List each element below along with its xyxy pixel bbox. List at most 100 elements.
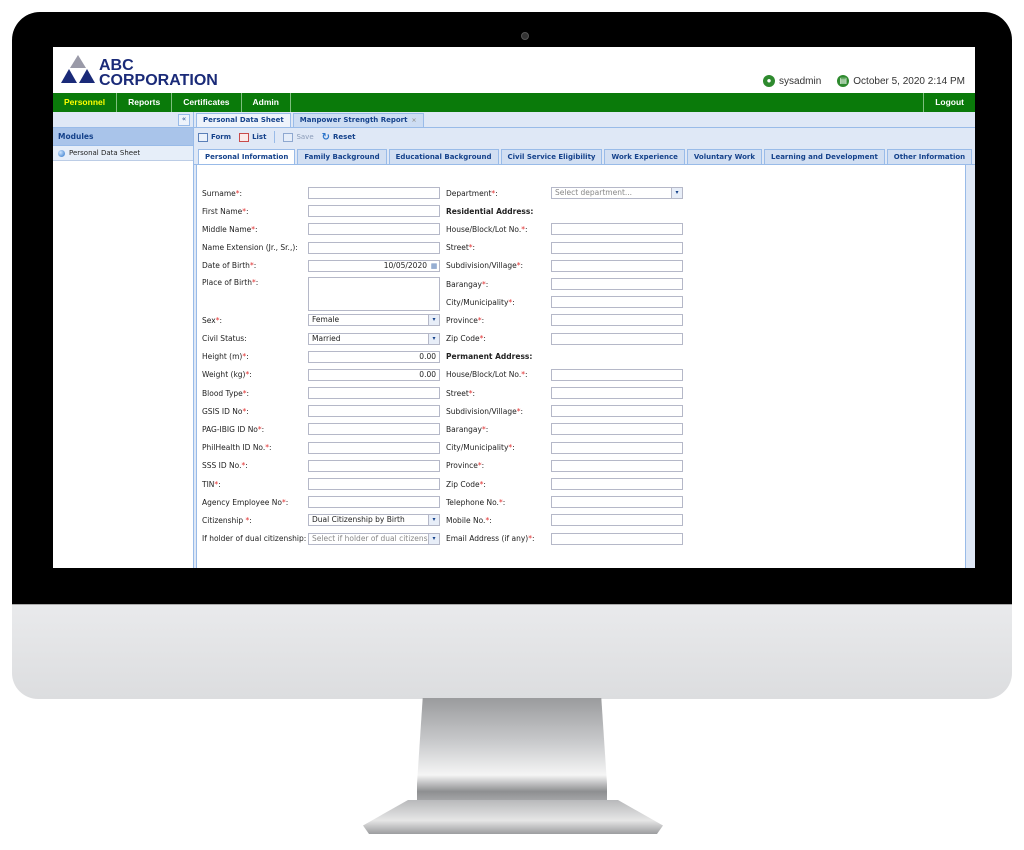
input-zip-code[interactable] [551,478,683,490]
save-icon [283,132,294,142]
input-mobile-no[interactable] [551,514,683,527]
input-value: 0.00 [419,369,436,379]
username[interactable]: sysadmin [779,76,821,87]
input-city-municipality[interactable] [551,296,683,309]
input-email-address-if-any[interactable] [551,532,683,545]
field-row-street: Street*: [446,384,686,402]
input-province[interactable] [551,459,683,472]
chevron-down-icon[interactable]: ▾ [428,315,439,326]
field-label: Middle Name*: [202,225,258,234]
input-if-holder-of-dual-citizenship[interactable]: Select if holder of dual citizenship...▾ [308,532,440,545]
label-colon: : [249,515,252,525]
label-colon: : [485,425,489,435]
input-sex[interactable]: Female ▾ [308,314,440,327]
nav-admin[interactable]: Admin [242,93,291,112]
form-tab-work-experience[interactable]: Work Experience [604,149,685,164]
field-row-date-of-birth: Date of Birth*: 10/05/2020 ▦ [202,257,442,275]
input-value: 0.00 [419,351,436,361]
collapse-panel-button[interactable]: « [178,114,190,126]
input-blood-type[interactable] [308,387,440,400]
input-barangay[interactable] [551,277,683,290]
form-tab-personal-information[interactable]: Personal Information [198,149,296,164]
form-tab-educational-background[interactable]: Educational Background [388,149,499,164]
input-height-m[interactable]: 0.00 [308,350,440,363]
field-row-house-block-lot-no: House/Block/Lot No.*: [446,366,686,384]
input-pag-ibig-id-no[interactable] [308,423,440,436]
field-label: Province*: [446,461,484,470]
nav-reports[interactable]: Reports [117,93,173,112]
list-button[interactable]: List [239,132,266,142]
input-street[interactable] [551,387,683,400]
input-street[interactable] [551,241,683,254]
form-tab-family-background[interactable]: Family Background [297,149,387,164]
modules-header: Modules [53,128,193,146]
input-middle-name[interactable] [308,223,440,236]
input-house-block-lot-no[interactable] [551,223,683,236]
reset-button[interactable]: ↻ Reset [322,132,356,143]
field-label: Zip Code*: [446,480,486,489]
field-label: City/Municipality*: [446,298,515,307]
input-sss-id-no[interactable] [308,459,440,472]
input-city-municipality[interactable] [551,441,683,454]
input-tin[interactable] [308,478,440,491]
chevron-down-icon[interactable]: ▾ [671,188,682,198]
input-province[interactable] [551,314,683,327]
field-row-barangay: Barangay*: [446,275,686,293]
close-icon[interactable]: × [411,114,416,127]
tab-personal-data-sheet[interactable]: Personal Data Sheet [196,113,291,127]
tab-manpower-strength-report[interactable]: Manpower Strength Report × [292,113,424,127]
form-tab-civil-service-eligibility[interactable]: Civil Service Eligibility [500,149,603,164]
label-colon: : [269,443,272,453]
nav-certificates[interactable]: Certificates [172,93,242,112]
main-panel: Personal Data Sheet Manpower Strength Re… [194,112,975,568]
field-label-text: Zip Code [446,334,480,344]
toolbar-separator [274,131,276,143]
form-tab-learning-and-development[interactable]: Learning and Development [763,149,885,164]
form-tab-voluntary-work[interactable]: Voluntary Work [686,149,762,164]
field-label-text: First Name [202,206,243,216]
form-button[interactable]: Form [198,132,232,142]
form-label: Form [211,133,232,141]
label-colon: : [481,461,485,471]
monitor-stand [417,698,607,808]
form-tab-other-information[interactable]: Other Information [886,149,973,164]
field-row-philhealth-id-no: PhilHealth ID No.*: [202,439,442,457]
input-citizenship[interactable]: Dual Citizenship by Birth ▾ [308,514,440,527]
save-button[interactable]: Save [283,132,314,142]
field-row-citizenship: Citizenship *: Dual Citizenship by Birth ▾ [202,511,442,529]
input-barangay[interactable] [551,423,683,436]
modules-panel: « Modules Personal Data Sheet [53,112,194,568]
input-name-extension-jr-sr[interactable] [308,241,440,254]
field-label-text: Zip Code [446,479,480,489]
input-value: 10/05/2020 [383,260,427,270]
sidebar-item-personal-data-sheet[interactable]: Personal Data Sheet [53,146,193,161]
chevron-down-icon[interactable]: ▾ [428,333,439,344]
label-colon: : [483,479,486,489]
input-weight-kg[interactable]: 0.00 [308,368,440,381]
input-telephone-no[interactable] [551,496,683,509]
field-label: Subdivision/Village*: [446,261,523,270]
input-surname[interactable] [308,187,440,199]
input-philhealth-id-no[interactable] [308,441,440,454]
input-date-of-birth[interactable]: 10/05/2020 ▦ [308,259,440,272]
input-agency-employee-no[interactable] [308,496,440,509]
chevron-down-icon[interactable]: ▾ [428,515,439,526]
logout-button[interactable]: Logout [923,93,975,112]
input-civil-status[interactable]: Married ▾ [308,332,440,345]
input-subdivision-village[interactable] [551,405,683,418]
field-label: Surname*: [202,189,242,198]
input-house-block-lot-no[interactable] [551,368,683,381]
input-place-of-birth[interactable] [308,276,440,311]
input-value: Female [312,315,340,325]
nav-personnel[interactable]: Personnel [53,93,118,112]
label-colon: : [512,443,515,453]
input-gsis-id-no[interactable] [308,405,440,418]
input-department[interactable]: Select department... ▾ [551,187,683,199]
field-row-province: Province*: [446,457,686,475]
chevron-down-icon[interactable]: ▾ [428,533,439,544]
calendar-picker-icon[interactable]: ▦ [429,261,439,271]
input-zip-code[interactable] [551,332,683,345]
input-subdivision-village[interactable] [551,259,683,272]
input-first-name[interactable] [308,205,440,218]
toolbar: Form List Save ↻ Reset [194,128,975,146]
